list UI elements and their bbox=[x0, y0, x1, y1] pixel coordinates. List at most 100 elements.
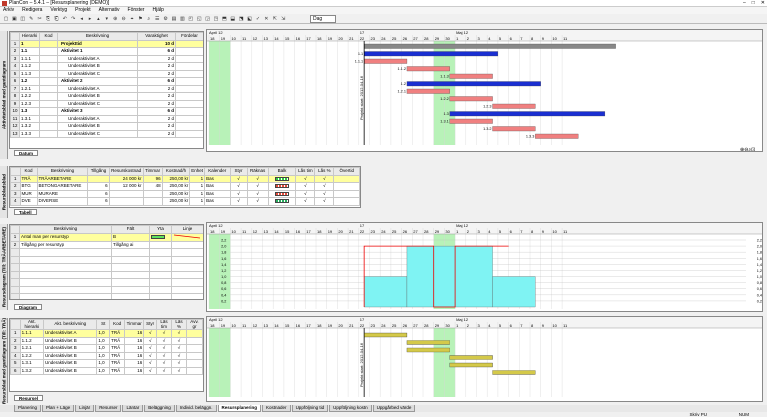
hierarchy-cell[interactable]: 1.3 bbox=[19, 107, 40, 116]
availability-cell[interactable] bbox=[87, 174, 110, 183]
duration-cell[interactable]: 2 d bbox=[137, 92, 176, 101]
code-cell[interactable]: TRÄ bbox=[109, 359, 126, 368]
legend-col-header[interactable]: Yta bbox=[149, 225, 172, 234]
resource-col-header[interactable]: Tillgång bbox=[87, 167, 110, 176]
resource-cost-cell[interactable] bbox=[108, 197, 144, 206]
line-swatch[interactable] bbox=[171, 240, 203, 249]
resource-col-header[interactable]: Lås tim bbox=[295, 167, 316, 176]
zoom-out-icon[interactable]: ⊖ bbox=[121, 16, 127, 22]
layout-d-icon[interactable]: ◳ bbox=[213, 16, 219, 22]
code-cell[interactable]: TRÄ bbox=[109, 366, 126, 375]
description-cell[interactable]: Underaktivitet C bbox=[57, 69, 138, 78]
left-icon[interactable]: ◂ bbox=[79, 16, 85, 22]
subactivity-bar[interactable] bbox=[363, 58, 408, 64]
resource-grid[interactable]: Kod Beskrivning Tillgång Resurskostnad Timma… bbox=[9, 166, 361, 208]
resource-cost-cell[interactable] bbox=[108, 189, 144, 198]
project-summary-bar[interactable] bbox=[363, 43, 616, 49]
unit-cell[interactable]: 1 bbox=[189, 182, 206, 191]
assignment-bar[interactable] bbox=[449, 362, 493, 368]
availability-cell[interactable]: 6 bbox=[87, 189, 110, 198]
description-cell[interactable]: TRÄARBETARE bbox=[36, 174, 89, 183]
new-icon[interactable]: ▢ bbox=[3, 16, 9, 22]
counted-checkbox[interactable]: √ bbox=[246, 189, 269, 198]
code-cell[interactable] bbox=[39, 62, 58, 71]
resource-col-header[interactable]: Kalender bbox=[204, 167, 231, 176]
hours-cell[interactable]: 48 bbox=[142, 182, 163, 191]
bottom-tab-0[interactable]: Planering bbox=[14, 405, 42, 412]
save-icon[interactable]: ◫ bbox=[20, 16, 26, 22]
bottom-tab-11[interactable]: Uppgårbed värde bbox=[372, 405, 416, 412]
bottom-tab-4[interactable]: Läntar bbox=[122, 405, 144, 412]
predecessor-cell[interactable] bbox=[175, 39, 203, 48]
code-cell[interactable]: TRÄ bbox=[109, 329, 126, 338]
subactivity-bar[interactable] bbox=[406, 88, 450, 94]
edit-icon[interactable]: ✎ bbox=[28, 16, 34, 22]
description-cell[interactable]: Underaktivitet A bbox=[43, 329, 98, 338]
hierarchy-cell[interactable]: 1.1.2 bbox=[19, 62, 40, 71]
assign-col-header[interactable] bbox=[10, 319, 21, 330]
activity-col-header[interactable]: Kod bbox=[39, 32, 58, 41]
code-cell[interactable] bbox=[39, 47, 58, 56]
lock-hours-checkbox[interactable]: √ bbox=[295, 182, 316, 191]
bottom-tab-10[interactable]: Uppföljning kostn bbox=[329, 405, 372, 412]
description-cell[interactable]: Underaktivitet B bbox=[57, 122, 138, 131]
duration-cell[interactable]: 6 d bbox=[137, 77, 176, 86]
predecessor-cell[interactable] bbox=[175, 129, 203, 138]
resource-col-header[interactable]: Resurskostnad bbox=[108, 167, 144, 176]
resource-col-header[interactable]: Timmar bbox=[142, 167, 163, 176]
lock-hours-checkbox[interactable]: √ bbox=[295, 189, 316, 198]
assign-row[interactable]: 1 1.1.1 Underaktivitet A 1,0 TRÄ 16 √ √ … bbox=[10, 329, 203, 338]
description-cell[interactable]: Underaktivitet C bbox=[57, 129, 138, 138]
legend-col-header[interactable]: Fält bbox=[111, 225, 150, 234]
subactivity-bar[interactable] bbox=[449, 118, 493, 124]
maximize-button[interactable]: □ bbox=[752, 0, 755, 7]
control-checkbox[interactable]: √ bbox=[229, 189, 248, 198]
cost-per-hour-cell[interactable]: 250,00 kr bbox=[161, 174, 191, 183]
assign-col-header[interactable]: Avv. gr bbox=[185, 319, 203, 330]
control-checkbox[interactable]: √ bbox=[143, 351, 158, 360]
duration-cell[interactable]: 2 d bbox=[137, 69, 176, 78]
lock-percent-checkbox[interactable]: √ bbox=[171, 366, 187, 375]
lock-percent-checkbox[interactable]: √ bbox=[171, 351, 187, 360]
cost-per-hour-cell[interactable]: 250,00 kr bbox=[161, 189, 191, 198]
down-icon[interactable]: ▾ bbox=[104, 16, 110, 22]
layout-a-icon[interactable]: ◰ bbox=[188, 16, 194, 22]
lock-percent-checkbox[interactable]: √ bbox=[314, 197, 335, 206]
field-cell[interactable]: Tillgång ai bbox=[111, 240, 150, 249]
lock-hours-checkbox[interactable]: √ bbox=[156, 366, 172, 375]
lock-percent-checkbox[interactable]: √ bbox=[314, 182, 335, 191]
resource-col-header[interactable]: Kod bbox=[19, 167, 38, 176]
resource-col-header[interactable]: Kostnad/h bbox=[161, 167, 191, 176]
cut-icon[interactable]: ✂ bbox=[37, 16, 43, 22]
activity-row[interactable]: 10 1.3 Aktivitet 3 6 d bbox=[10, 107, 203, 116]
deviation-cell[interactable] bbox=[185, 329, 203, 338]
table-icon[interactable]: ▤ bbox=[171, 16, 177, 22]
assign-col-header[interactable]: Timmar bbox=[124, 319, 145, 330]
resource-cost-cell[interactable]: 12 000 kr bbox=[108, 182, 144, 191]
resource-diagram[interactable]: April 12 Maj 12 17 18 19 10 11 12 13 14 15 16 17 18 19… bbox=[206, 222, 763, 312]
hierarchy-cell[interactable]: 1.3.3 bbox=[19, 129, 40, 138]
subactivity-bar[interactable] bbox=[449, 73, 493, 79]
lock-percent-checkbox[interactable]: √ bbox=[314, 189, 335, 198]
activity-bar[interactable] bbox=[363, 51, 499, 57]
split-d-icon[interactable]: ⬕ bbox=[247, 16, 253, 22]
bottom-tab-2[interactable]: Linjär bbox=[75, 405, 95, 412]
lock-percent-checkbox[interactable]: √ bbox=[171, 359, 187, 368]
description-cell[interactable]: MURARE bbox=[36, 189, 89, 198]
code-cell[interactable]: BTG bbox=[19, 182, 38, 191]
assign-row[interactable]: 3 1.2.1 Underaktivitet B 1,0 TRÄ 16 √ √ … bbox=[10, 344, 203, 353]
control-checkbox[interactable]: √ bbox=[229, 197, 248, 206]
hierarchy-cell[interactable]: 1.3.2 bbox=[19, 366, 45, 375]
code-cell[interactable] bbox=[39, 129, 58, 138]
assignment-bar[interactable] bbox=[449, 355, 493, 360]
legend-col-header[interactable]: Beskrivning bbox=[19, 225, 112, 234]
hierarchy-cell[interactable]: 1 bbox=[19, 39, 40, 48]
description-cell[interactable]: BETONGARBETARE bbox=[36, 182, 89, 191]
assign-col-header[interactable]: Lås tim bbox=[156, 319, 172, 330]
up-icon[interactable]: ▴ bbox=[95, 16, 101, 22]
legend-row[interactable]: 1 Antal man per resurstyp B bbox=[10, 232, 203, 242]
zoom-icon[interactable]: ⊕⊖⌕⊡ bbox=[740, 147, 755, 152]
find-icon[interactable]: ⌕ bbox=[146, 16, 152, 22]
right-icon[interactable]: ▸ bbox=[87, 16, 93, 22]
assign-row[interactable]: 5 1.3.1 Underaktivitet B 1,0 TRÄ 16 √ √ … bbox=[10, 359, 203, 368]
